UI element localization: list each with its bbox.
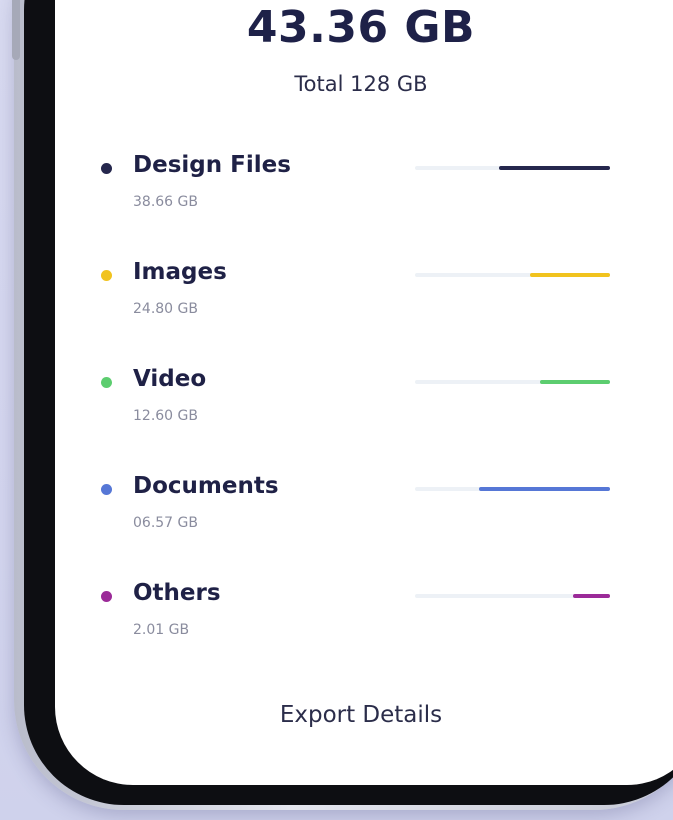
export-details-button[interactable]: Export Details bbox=[55, 702, 667, 728]
category-row-images: Images 24.80 GB bbox=[55, 259, 667, 339]
category-row-video: Video 12.60 GB bbox=[55, 366, 667, 446]
usage-bar-track bbox=[415, 594, 610, 598]
category-size: 2.01 GB bbox=[133, 622, 190, 638]
category-dot-icon bbox=[101, 270, 112, 281]
category-size: 12.60 GB bbox=[133, 408, 198, 424]
category-row-documents: Documents 06.57 GB bbox=[55, 473, 667, 553]
used-storage-value: 43.36 GB bbox=[246, 2, 476, 53]
category-name: Design Files bbox=[133, 152, 291, 178]
category-name: Others bbox=[133, 580, 221, 606]
category-name: Images bbox=[133, 259, 227, 285]
phone-side-button bbox=[12, 0, 20, 60]
category-row-others: Others 2.01 GB bbox=[55, 580, 667, 660]
usage-bar-fill bbox=[530, 273, 610, 277]
category-name: Documents bbox=[133, 473, 279, 499]
category-row-design-files: Design Files 38.66 GB bbox=[55, 152, 667, 232]
usage-bar-fill bbox=[479, 487, 610, 491]
category-size: 06.57 GB bbox=[133, 515, 198, 531]
storage-screen: 43.36 GB Total 128 GB Design Files 38.66… bbox=[55, 0, 673, 785]
category-name: Video bbox=[133, 366, 207, 392]
category-size: 24.80 GB bbox=[133, 301, 198, 317]
usage-bar-fill bbox=[539, 380, 610, 384]
total-storage-label: Total 128 GB bbox=[294, 72, 428, 96]
usage-bar-track bbox=[415, 273, 610, 277]
category-size: 38.66 GB bbox=[133, 194, 198, 210]
usage-bar-track bbox=[415, 380, 610, 384]
usage-bar-fill bbox=[498, 166, 610, 170]
category-dot-icon bbox=[101, 484, 112, 495]
usage-bar-track bbox=[415, 166, 610, 170]
category-dot-icon bbox=[101, 163, 112, 174]
category-dot-icon bbox=[101, 377, 112, 388]
usage-bar-fill bbox=[572, 594, 610, 598]
usage-bar-track bbox=[415, 487, 610, 491]
category-dot-icon bbox=[101, 591, 112, 602]
